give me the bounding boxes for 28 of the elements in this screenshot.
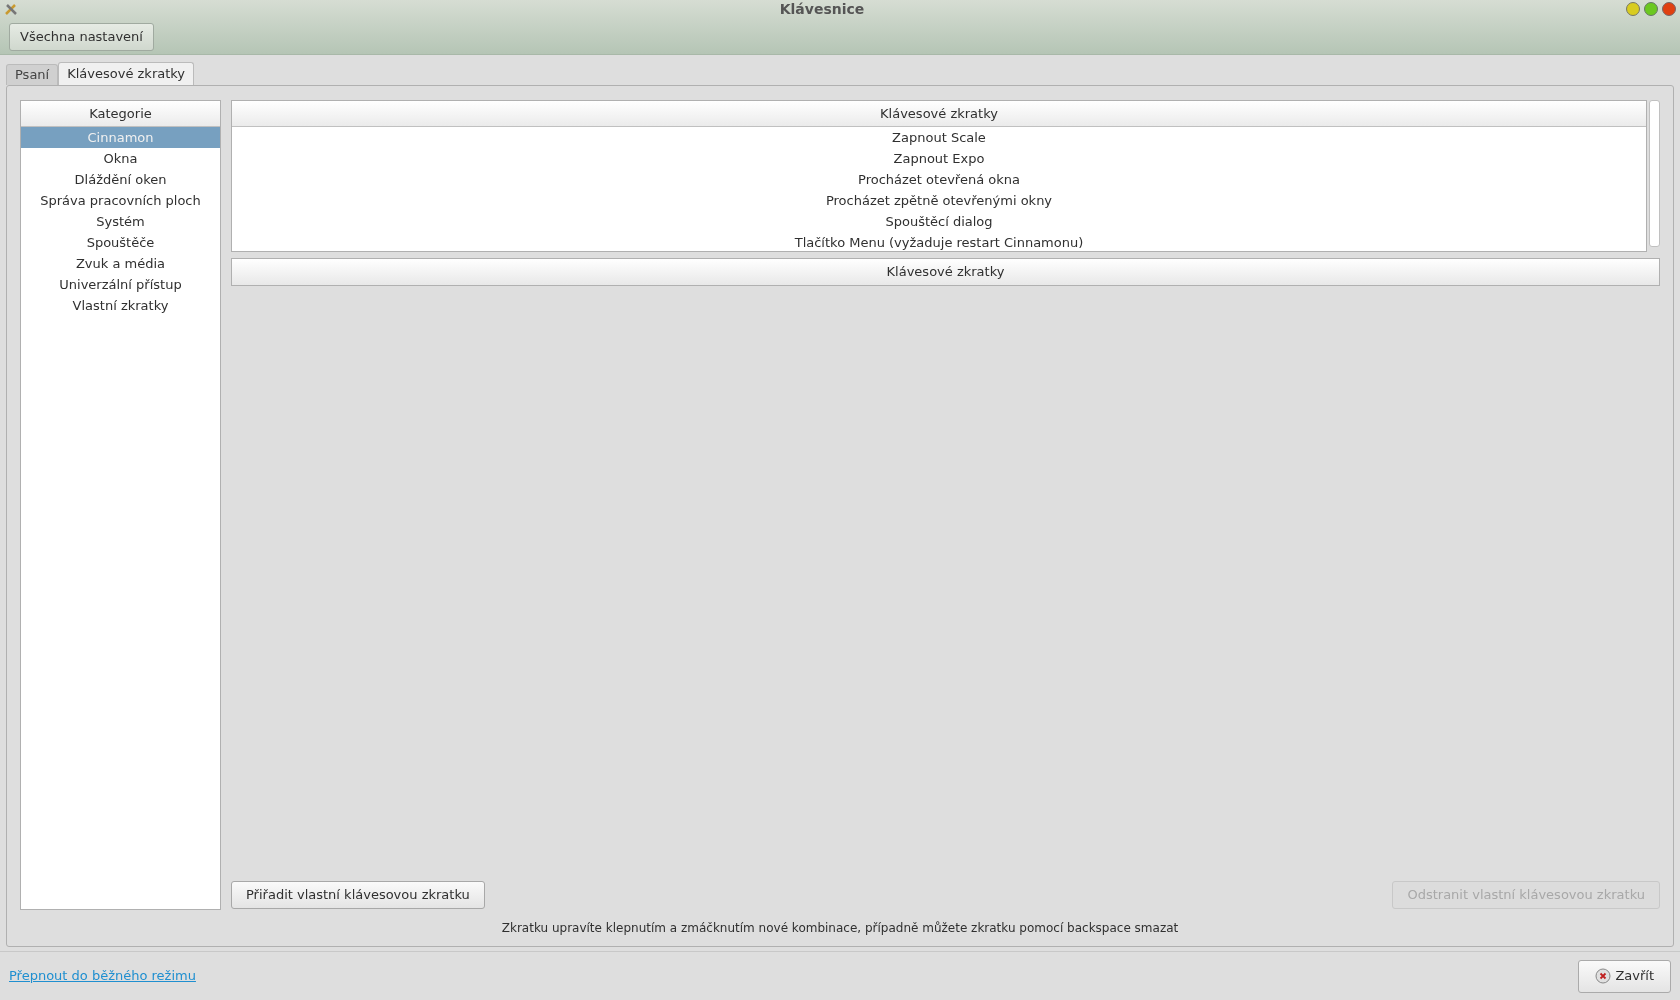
category-item[interactable]: Univerzální přístup — [21, 274, 220, 295]
close-button[interactable] — [1662, 2, 1676, 16]
close-icon — [1595, 968, 1612, 984]
close-dialog-button[interactable]: Zavřít — [1578, 959, 1671, 993]
shortcut-item[interactable]: Procházet otevřená okna — [232, 169, 1646, 190]
all-settings-button[interactable]: Všechna nastavení — [9, 23, 154, 51]
shortcut-item[interactable]: Procházet zpětně otevřenými okny — [232, 190, 1646, 211]
hint-text: Zkratku upravíte klepnutím a zmáčknutím nové kombinace, případně můžete zkratku pomocí backspace smazat — [501, 920, 1179, 937]
tab[interactable]: Klávesové zkratky — [58, 62, 195, 85]
maximize-button[interactable] — [1644, 2, 1658, 16]
tab[interactable]: Psaní — [6, 64, 59, 85]
add-shortcut-button[interactable]: Přiřadit vlastní klávesovou zkratku — [231, 881, 485, 909]
minimize-button[interactable] — [1626, 2, 1640, 16]
scrollbar[interactable] — [1649, 100, 1660, 247]
category-item[interactable]: Spouštěče — [21, 232, 220, 253]
category-item[interactable]: Zvuk a média — [21, 253, 220, 274]
tools-icon — [4, 2, 18, 16]
shortcut-item[interactable]: Spouštěcí dialog — [232, 211, 1646, 232]
category-item[interactable]: Vlastní zkratky — [21, 295, 220, 316]
category-item[interactable]: Dláždění oken — [21, 169, 220, 190]
category-item[interactable]: Správa pracovních ploch — [21, 190, 220, 211]
window-title: Klávesnice — [779, 0, 865, 19]
category-item[interactable]: Okna — [21, 148, 220, 169]
bindings-header: Klávesové zkratky — [231, 258, 1660, 286]
shortcut-item[interactable]: Zapnout Scale — [232, 127, 1646, 148]
shortcut-item[interactable]: Zapnout Expo — [232, 148, 1646, 169]
shortcut-item[interactable]: Tlačítko Menu (vyžaduje restart Cinnamonu) — [232, 232, 1646, 251]
category-item[interactable]: Systém — [21, 211, 220, 232]
